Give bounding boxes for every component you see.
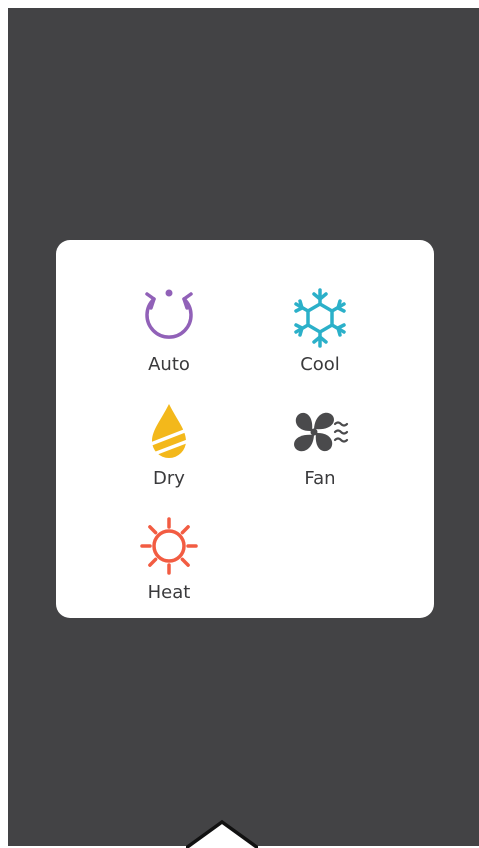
thermostat-screen: Auto Cool Dry Fan Heat xyxy=(8,8,479,846)
chevron-up-icon[interactable] xyxy=(186,808,258,848)
snowflake-icon xyxy=(294,288,346,348)
mode-selector-panel: Auto Cool Dry Fan Heat xyxy=(56,240,434,618)
mode-label-auto: Auto xyxy=(148,354,190,375)
fan-icon xyxy=(294,412,349,452)
mode-option-dry[interactable]: Dry xyxy=(114,402,224,498)
mode-option-fan[interactable]: Fan xyxy=(265,402,375,498)
water-drop-icon xyxy=(150,404,189,458)
sun-icon xyxy=(140,517,198,575)
auto-cycle-icon xyxy=(145,289,193,339)
mode-option-auto[interactable]: Auto xyxy=(114,288,224,384)
mode-label-fan: Fan xyxy=(304,468,336,489)
mode-label-dry: Dry xyxy=(153,468,185,489)
mode-option-heat[interactable]: Heat xyxy=(114,516,224,612)
mode-option-cool[interactable]: Cool xyxy=(265,288,375,384)
mode-label-heat: Heat xyxy=(147,582,191,603)
mode-label-cool: Cool xyxy=(300,354,340,375)
